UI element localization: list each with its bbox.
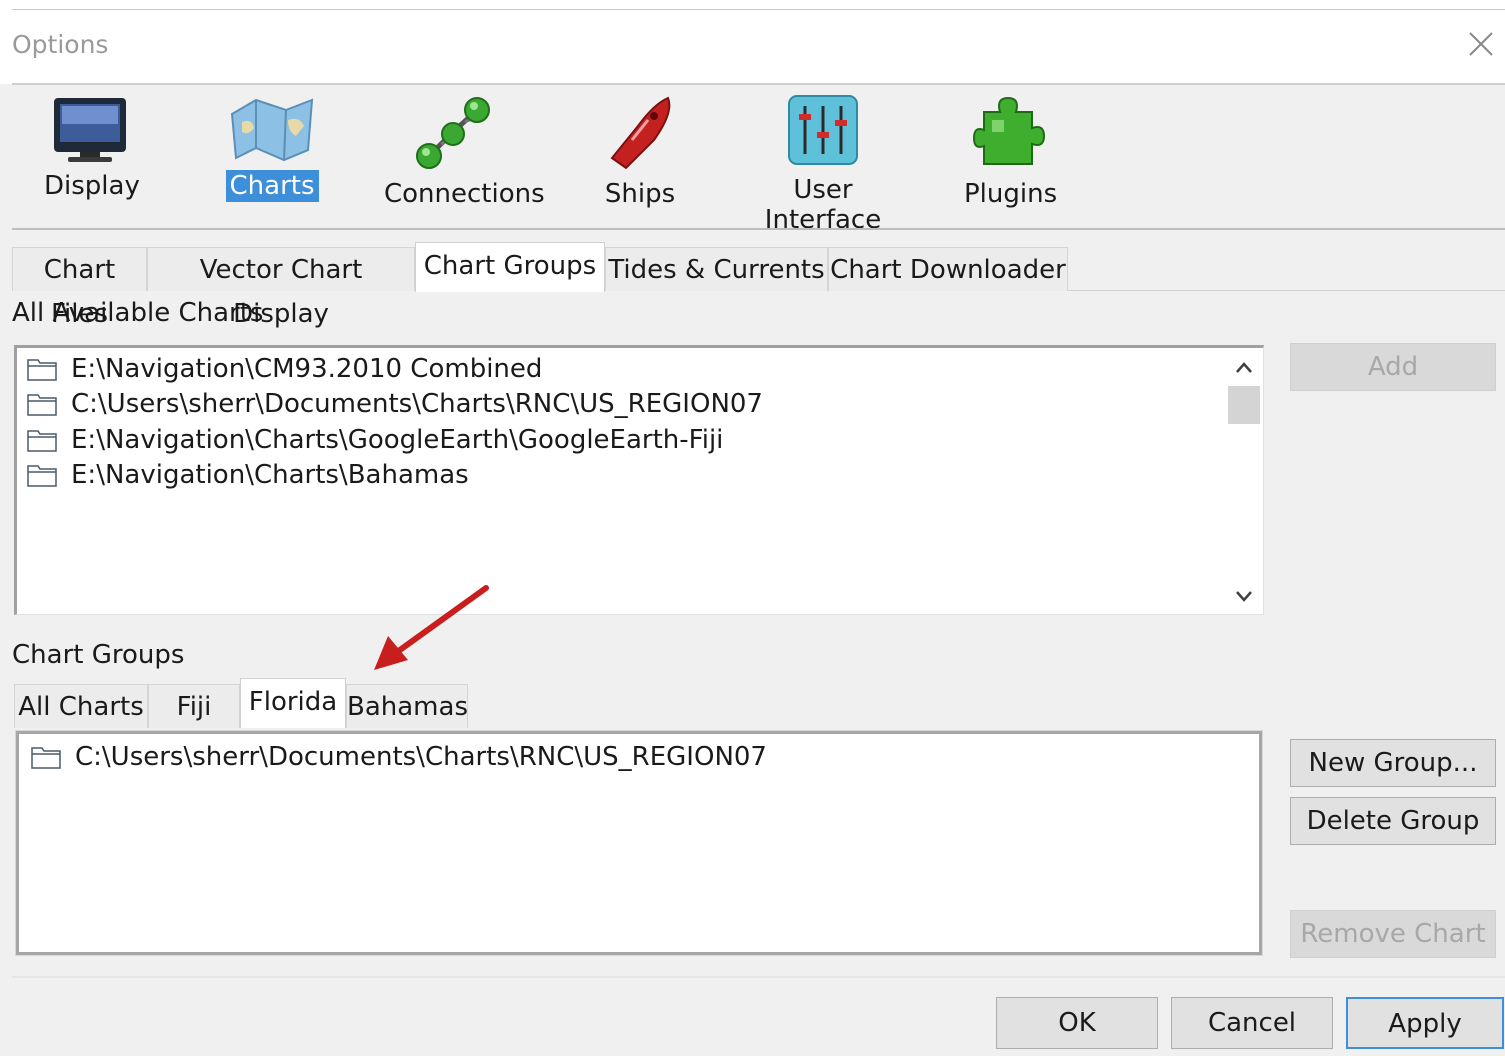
tab-label: Chart Downloader bbox=[830, 255, 1066, 285]
category-label: Connections bbox=[384, 179, 545, 209]
category-connections[interactable]: Connections bbox=[380, 92, 545, 210]
title-bar: Options bbox=[0, 0, 1505, 84]
tab-label: Bahamas bbox=[347, 692, 468, 722]
category-ships[interactable]: Ships bbox=[595, 92, 685, 210]
ship-icon bbox=[610, 96, 671, 170]
chart-path: C:\Users\sherr\Documents\Charts\RNC\US_R… bbox=[75, 742, 767, 772]
available-charts-label: All Available Charts bbox=[12, 298, 264, 328]
chart-groups-label: Chart Groups bbox=[12, 640, 185, 670]
tab-label: Fiji bbox=[176, 692, 212, 722]
chevron-up-icon[interactable] bbox=[1234, 358, 1254, 378]
new-group-button[interactable]: New Group... bbox=[1290, 739, 1496, 787]
list-item[interactable]: E:\Navigation\Charts\Bahamas bbox=[27, 458, 469, 492]
group-charts-list[interactable]: C:\Users\sherr\Documents\Charts\RNC\US_R… bbox=[15, 730, 1263, 956]
tab-vector-chart-display[interactable]: Vector Chart Display bbox=[147, 247, 415, 329]
red-arrow-icon bbox=[374, 585, 489, 670]
delete-group-label: Delete Group bbox=[1306, 806, 1480, 836]
chevron-down-icon[interactable] bbox=[1234, 586, 1254, 606]
folder-icon bbox=[27, 359, 57, 381]
list-item[interactable]: C:\Users\sherr\Documents\Charts\RNC\US_R… bbox=[27, 387, 763, 421]
list-item[interactable]: C:\Users\sherr\Documents\Charts\RNC\US_R… bbox=[31, 740, 767, 774]
available-charts-list[interactable]: E:\Navigation\CM93.2010 Combined C:\User… bbox=[14, 345, 1264, 615]
add-button[interactable]: Add bbox=[1290, 343, 1496, 391]
tab-label: Tides & Currents bbox=[608, 255, 825, 285]
chart-path: E:\Navigation\Charts\Bahamas bbox=[71, 460, 469, 490]
chart-path: E:\Navigation\Charts\GoogleEarth\GoogleE… bbox=[71, 425, 724, 455]
category-label: Plugins bbox=[964, 179, 1058, 209]
group-tab-fiji[interactable]: Fiji bbox=[148, 684, 240, 728]
category-label: Ships bbox=[604, 179, 676, 209]
new-group-label: New Group... bbox=[1308, 748, 1478, 778]
connections-icon bbox=[416, 97, 490, 169]
tab-label: All Charts bbox=[18, 692, 144, 722]
list-item[interactable]: E:\Navigation\Charts\GoogleEarth\GoogleE… bbox=[27, 423, 723, 457]
puzzle-icon bbox=[972, 96, 1046, 165]
delete-group-button[interactable]: Delete Group bbox=[1290, 797, 1496, 845]
cancel-button[interactable]: Cancel bbox=[1171, 997, 1333, 1049]
toolbar-separator bbox=[12, 228, 1505, 230]
folder-icon bbox=[27, 430, 57, 452]
remove-chart-button[interactable]: Remove Chart bbox=[1290, 910, 1496, 958]
list-item[interactable]: E:\Navigation\CM93.2010 Combined bbox=[27, 352, 542, 386]
category-plugins[interactable]: Plugins bbox=[960, 92, 1057, 210]
category-user-interface[interactable]: User Interface bbox=[730, 92, 916, 236]
group-tab-florida[interactable]: Florida bbox=[240, 678, 346, 728]
tab-label: Chart Groups bbox=[423, 251, 597, 281]
category-label: User Interface bbox=[764, 175, 882, 235]
tab-chart-files[interactable]: Chart Files bbox=[12, 247, 147, 329]
chart-path: C:\Users\sherr\Documents\Charts\RNC\US_R… bbox=[71, 389, 763, 419]
category-label: Display bbox=[44, 171, 140, 201]
charts-map-icon bbox=[230, 98, 314, 162]
ok-button[interactable]: OK bbox=[996, 997, 1158, 1049]
close-icon[interactable] bbox=[1464, 27, 1498, 61]
apply-label: Apply bbox=[1388, 1009, 1462, 1039]
title-separator bbox=[12, 83, 1505, 85]
apply-button[interactable]: Apply bbox=[1346, 997, 1504, 1049]
tab-label: Florida bbox=[248, 687, 338, 717]
group-tab-bahamas[interactable]: Bahamas bbox=[346, 684, 468, 728]
monitor-icon bbox=[54, 98, 126, 162]
sliders-icon bbox=[788, 95, 858, 165]
chart-path: E:\Navigation\CM93.2010 Combined bbox=[71, 354, 543, 384]
scroll-thumb[interactable] bbox=[1228, 386, 1260, 424]
ok-label: OK bbox=[1058, 1008, 1096, 1038]
category-charts[interactable]: Charts bbox=[222, 92, 322, 202]
category-display[interactable]: Display bbox=[40, 92, 140, 202]
tab-tides-currents[interactable]: Tides & Currents bbox=[605, 247, 828, 291]
folder-icon bbox=[27, 394, 57, 416]
remove-chart-label: Remove Chart bbox=[1300, 919, 1486, 949]
folder-icon bbox=[31, 747, 61, 769]
folder-icon bbox=[27, 465, 57, 487]
window-title: Options bbox=[12, 30, 109, 59]
available-list-scrollbar[interactable] bbox=[1226, 348, 1262, 612]
tab-chart-downloader[interactable]: Chart Downloader bbox=[828, 247, 1068, 291]
add-button-label: Add bbox=[1367, 352, 1419, 382]
group-tab-all-charts[interactable]: All Charts bbox=[14, 684, 148, 728]
tab-chart-groups[interactable]: Chart Groups bbox=[415, 242, 605, 292]
cancel-label: Cancel bbox=[1207, 1008, 1297, 1038]
category-label: Charts bbox=[225, 170, 319, 202]
